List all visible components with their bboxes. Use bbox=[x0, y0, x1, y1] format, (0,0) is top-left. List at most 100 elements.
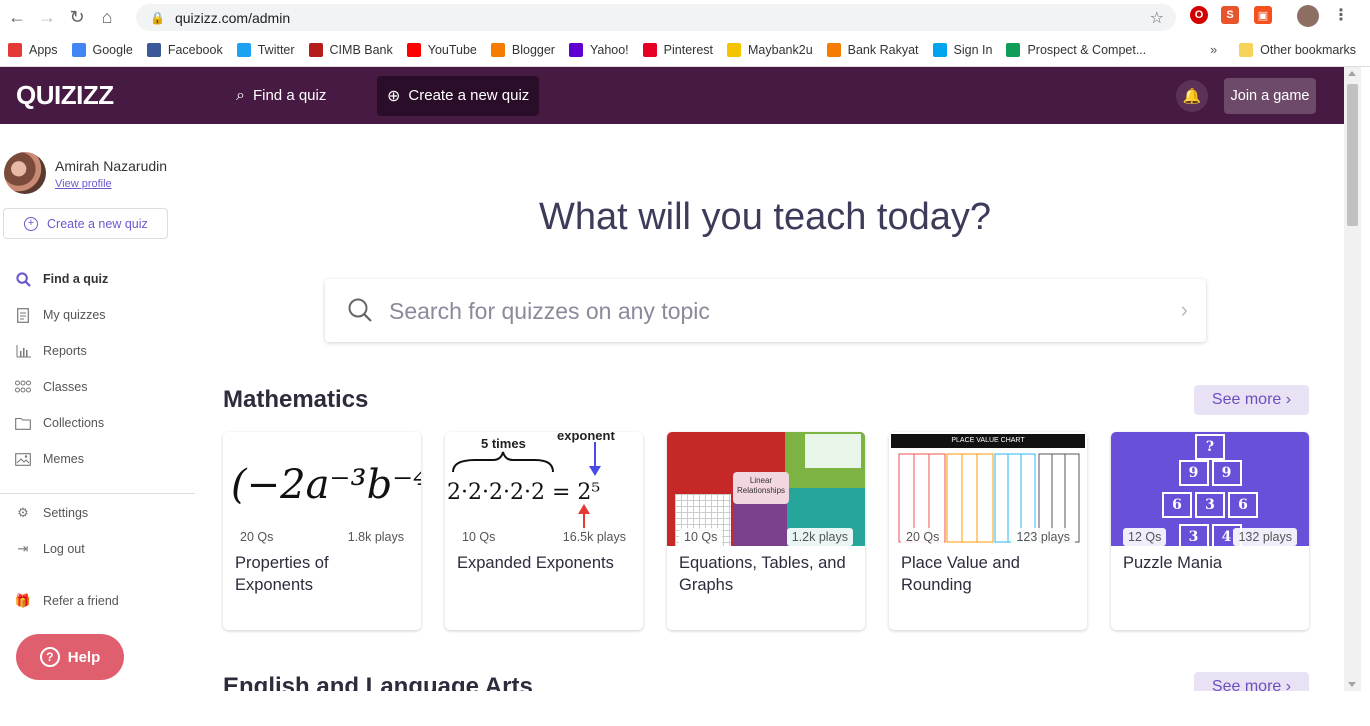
quiz-title: Place Value and Rounding bbox=[901, 554, 1020, 594]
bookmark-item[interactable]: Blogger bbox=[490, 43, 555, 57]
question-count-badge: 10 Qs bbox=[457, 528, 501, 546]
plays-count-badge: 132 plays bbox=[1233, 528, 1297, 546]
sidebar-item-refer-friend[interactable]: 🎁 Refer a friend bbox=[14, 593, 119, 609]
plays-count-badge: 1.2k plays bbox=[786, 528, 853, 546]
gift-icon: 🎁 bbox=[14, 593, 32, 608]
s-extension-icon[interactable]: S bbox=[1221, 6, 1239, 24]
scroll-down-icon[interactable] bbox=[1348, 682, 1356, 687]
sidebar-item-settings[interactable]: ⚙ Settings bbox=[14, 505, 88, 521]
quiz-card[interactable]: ? 9 9 6 3 6 3 4 12 Qs 132 plays Puzzle Mania bbox=[1111, 432, 1309, 630]
sidebar-create-quiz-button[interactable]: + Create a new quiz bbox=[3, 208, 168, 239]
search-icon bbox=[348, 298, 372, 322]
bookmarks-bar: Apps Google Facebook Twitter CIMB Bank YouTub… bbox=[0, 34, 1370, 67]
search-icon bbox=[14, 271, 32, 287]
notification-bell-icon[interactable]: 🔔 bbox=[1176, 80, 1208, 112]
linear-relationships-label: Linear Relationships bbox=[733, 472, 789, 504]
bookmark-label: YouTube bbox=[427, 43, 477, 57]
forward-arrow-icon[interactable]: → bbox=[34, 4, 60, 30]
bookmark-item[interactable]: Apps bbox=[8, 43, 58, 57]
cimb-icon bbox=[308, 43, 323, 57]
page-bottom bbox=[0, 691, 1370, 726]
pyramid-cell: 3 bbox=[1195, 492, 1225, 518]
pyramid-cell: 9 bbox=[1211, 460, 1242, 486]
apps-grid-icon bbox=[8, 43, 22, 57]
image-icon bbox=[14, 451, 32, 467]
other-bookmarks[interactable]: Other bookmarks bbox=[1239, 43, 1356, 57]
bookmark-item[interactable]: Pinterest bbox=[642, 43, 713, 57]
bookmark-item[interactable]: YouTube bbox=[406, 43, 477, 57]
sidebar-item-logout[interactable]: ⇥ Log out bbox=[14, 541, 85, 557]
see-more-english-button[interactable]: See more › bbox=[1194, 672, 1309, 691]
question-count-badge: 20 Qs bbox=[901, 528, 945, 546]
sidebar-item-collections[interactable]: Collections bbox=[14, 415, 104, 431]
bookmark-label: Twitter bbox=[257, 43, 295, 57]
bookmark-item[interactable]: Sign In bbox=[932, 43, 993, 57]
quiz-card[interactable]: PLACE VALUE CHART 20 Qs 123 plays Place … bbox=[889, 432, 1087, 630]
bookmark-item[interactable]: Maybank2u bbox=[727, 43, 813, 57]
bookmark-item[interactable]: Yahoo! bbox=[568, 43, 629, 57]
bookmark-item[interactable]: Twitter bbox=[236, 43, 295, 57]
question-count-badge: 10 Qs bbox=[679, 528, 723, 546]
join-game-button[interactable]: Join a game bbox=[1224, 78, 1316, 114]
bookmark-item[interactable]: Facebook bbox=[146, 43, 223, 57]
view-profile-link[interactable]: View profile bbox=[55, 178, 112, 190]
bookmark-label: Google bbox=[92, 43, 133, 57]
sidebar: Amirah Nazarudin View profile + Create a… bbox=[0, 124, 196, 691]
quiz-title: Properties of Exponents bbox=[235, 554, 329, 594]
quizizz-logo[interactable]: QUIZIZZ bbox=[16, 80, 114, 111]
thumb-table bbox=[805, 434, 861, 468]
sidebar-item-my-quizzes[interactable]: My quizzes bbox=[14, 307, 106, 323]
quiz-card[interactable]: 5 times exponent 2·2·2·2·2 = 2⁵ 10 Qs 16… bbox=[445, 432, 643, 630]
question-count-badge: 20 Qs bbox=[235, 528, 279, 546]
address-bar[interactable]: 🔒 quizizz.com/admin ☆ bbox=[136, 4, 1176, 31]
profile-avatar-icon[interactable] bbox=[1297, 5, 1319, 27]
calendar-extension-icon[interactable]: ▣ bbox=[1254, 6, 1272, 24]
more-bookmarks-icon[interactable]: » bbox=[1210, 43, 1217, 57]
folder-icon bbox=[14, 415, 32, 431]
sidebar-item-memes[interactable]: Memes bbox=[14, 451, 84, 467]
bookmark-label: Apps bbox=[29, 43, 58, 57]
url-text[interactable]: quizizz.com/admin bbox=[175, 10, 290, 26]
browser-menu-icon[interactable]: ⋮ bbox=[1332, 6, 1350, 24]
quiz-title: Expanded Exponents bbox=[457, 554, 614, 572]
bookmark-item[interactable]: CIMB Bank bbox=[308, 43, 393, 57]
bookmark-item[interactable]: Bank Rakyat bbox=[826, 43, 919, 57]
search-input[interactable] bbox=[389, 291, 1159, 331]
sidebar-item-reports[interactable]: Reports bbox=[14, 343, 87, 359]
bookmark-label: Blogger bbox=[511, 43, 555, 57]
bookmark-item[interactable]: Prospect & Compet... bbox=[1006, 43, 1146, 57]
avatar[interactable] bbox=[4, 152, 46, 194]
youtube-icon bbox=[406, 43, 421, 57]
reload-icon[interactable]: ↻ bbox=[64, 4, 90, 30]
quiz-title: Equations, Tables, and Graphs bbox=[679, 554, 846, 594]
create-quiz-button[interactable]: ⊕ Create a new quiz bbox=[377, 75, 540, 116]
opera-extension-icon[interactable]: O bbox=[1190, 6, 1208, 24]
home-icon[interactable]: ⌂ bbox=[94, 4, 120, 30]
quiz-search-box[interactable]: › bbox=[325, 279, 1206, 342]
gear-icon: ⚙ bbox=[17, 505, 29, 520]
plays-count-badge: 16.5k plays bbox=[557, 528, 631, 546]
browser-toolbar: ← → ↻ ⌂ 🔒 quizizz.com/admin ☆ O S ▣ ⋮ bbox=[0, 0, 1370, 34]
people-icon bbox=[14, 379, 32, 395]
quiz-card[interactable]: Linear Relationships 10 Qs 1.2k plays Eq… bbox=[667, 432, 865, 630]
sidebar-item-find-quiz[interactable]: Find a quiz bbox=[14, 271, 108, 287]
page-scrollbar[interactable] bbox=[1344, 67, 1361, 691]
scrollbar-thumb[interactable] bbox=[1347, 84, 1358, 226]
pyramid-cell: 6 bbox=[1162, 492, 1192, 518]
search-icon: ⌕ bbox=[236, 86, 245, 104]
bookmark-label: Bank Rakyat bbox=[847, 43, 919, 57]
bookmark-label: CIMB Bank bbox=[329, 43, 393, 57]
lock-icon: 🔒 bbox=[150, 10, 165, 25]
bookmark-label: Sign In bbox=[953, 43, 993, 57]
see-more-mathematics-button[interactable]: See more › bbox=[1194, 385, 1309, 415]
sidebar-item-classes[interactable]: Classes bbox=[14, 379, 87, 395]
facebook-icon bbox=[146, 43, 161, 57]
find-quiz-link[interactable]: ⌕ Find a quiz bbox=[226, 76, 336, 116]
quiz-card[interactable]: (−2a⁻³b⁻⁴)⁴ 20 Qs 1.8k plays Properties … bbox=[223, 432, 421, 630]
scroll-up-icon[interactable] bbox=[1348, 71, 1356, 76]
chevron-right-icon[interactable]: › bbox=[1181, 297, 1188, 323]
bookmark-star-icon[interactable]: ☆ bbox=[1150, 8, 1164, 28]
back-arrow-icon[interactable]: ← bbox=[4, 4, 30, 30]
bookmark-item[interactable]: Google bbox=[71, 43, 133, 57]
document-icon bbox=[14, 307, 32, 323]
